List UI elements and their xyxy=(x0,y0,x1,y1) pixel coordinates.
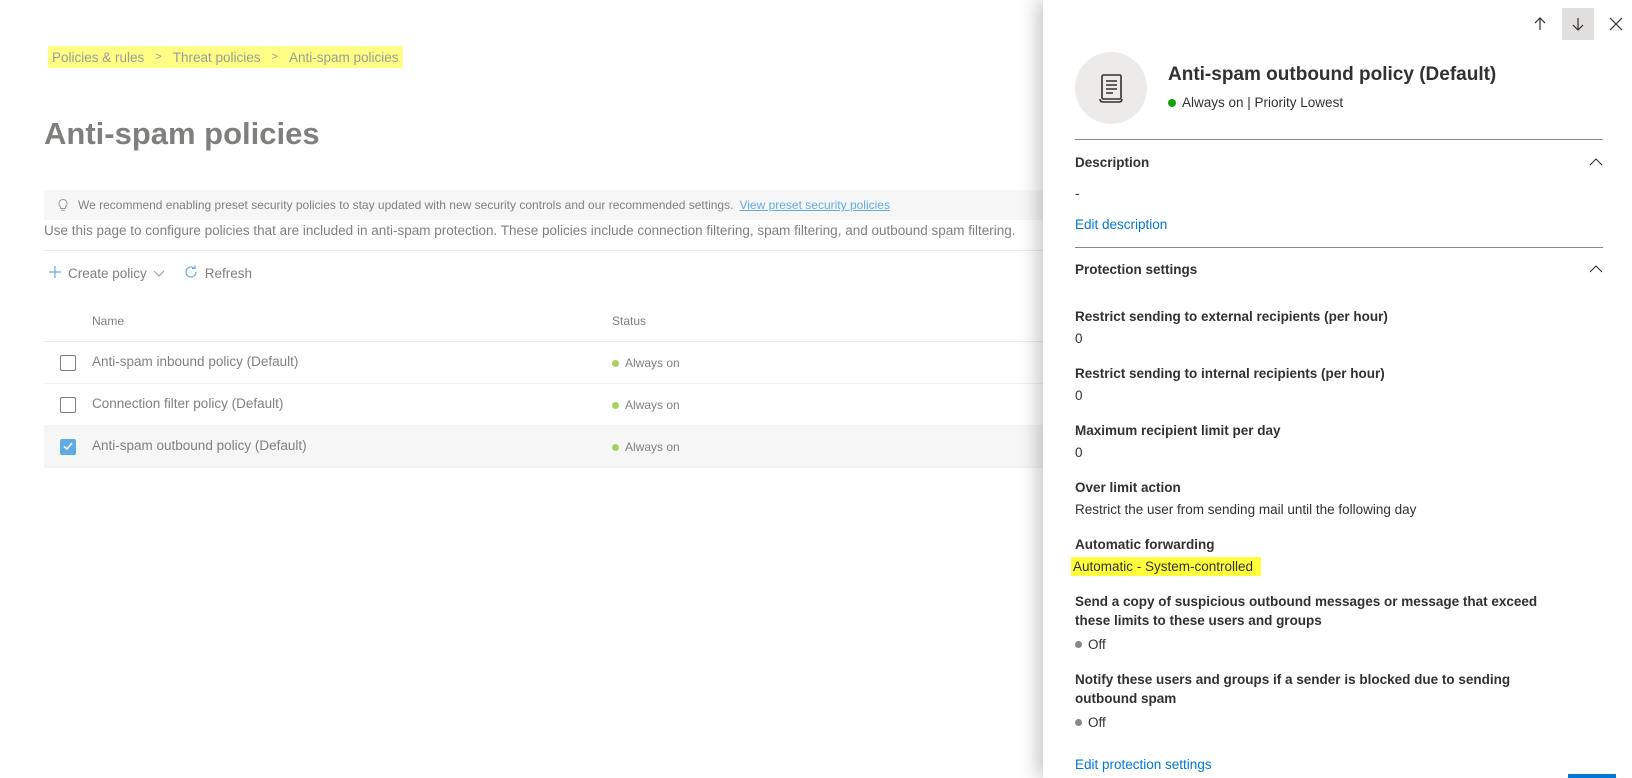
description-section-header[interactable]: Description xyxy=(1075,155,1603,170)
highlighted-value: Automatic - System-controlled xyxy=(1071,557,1262,576)
status-on-dot xyxy=(1168,98,1176,107)
table-row[interactable]: Anti-spam inbound policy (Default) Alway… xyxy=(44,342,1044,384)
close-button[interactable] xyxy=(1600,8,1632,40)
status-cell: Always on xyxy=(612,440,680,454)
status-on-dot xyxy=(612,443,619,451)
status-on-dot xyxy=(612,359,619,367)
policy-name[interactable]: Anti-spam inbound policy (Default) xyxy=(92,354,298,369)
row-checkbox-checked[interactable] xyxy=(60,439,76,455)
recommendation-banner: We recommend enabling preset security po… xyxy=(44,190,1044,220)
setting-value-send-copy: Off xyxy=(1075,637,1106,652)
create-policy-label: Create policy xyxy=(68,266,147,281)
setting-value-external-limit: 0 xyxy=(1075,331,1083,346)
policy-name[interactable]: Anti-spam outbound policy (Default) xyxy=(92,438,307,453)
section-divider xyxy=(1075,139,1603,140)
status-cell: Always on xyxy=(612,398,680,412)
close-icon xyxy=(1609,17,1623,31)
divider xyxy=(44,250,1044,251)
setting-label-auto-forwarding: Automatic forwarding xyxy=(1075,537,1215,552)
breadcrumb-item-threat-policies[interactable]: Threat policies xyxy=(173,50,261,65)
page-intro: Use this page to configure policies that… xyxy=(44,223,1016,238)
plus-icon xyxy=(48,265,62,282)
panel-navigation xyxy=(1524,8,1632,40)
setting-label-internal-limit: Restrict sending to internal recipients … xyxy=(1075,366,1385,381)
refresh-icon xyxy=(183,264,199,283)
column-header-name[interactable]: Name xyxy=(92,314,124,328)
setting-value-send-copy-text: Off xyxy=(1088,637,1106,652)
panel-subtitle: Always on | Priority Lowest xyxy=(1168,95,1343,110)
checkmark-icon xyxy=(63,442,73,451)
edit-protection-settings-link[interactable]: Edit protection settings xyxy=(1075,757,1212,772)
setting-value-notify-blocked-text: Off xyxy=(1088,715,1106,730)
panel-title: Anti-spam outbound policy (Default) xyxy=(1168,64,1497,85)
lightbulb-icon xyxy=(56,198,70,212)
previous-item-button[interactable] xyxy=(1524,8,1556,40)
arrow-up-icon xyxy=(1534,17,1546,30)
breadcrumb-item-anti-spam-policies[interactable]: Anti-spam policies xyxy=(289,50,399,65)
section-divider xyxy=(1075,247,1603,248)
protection-settings-section-header[interactable]: Protection settings xyxy=(1075,262,1603,277)
chevron-up-icon xyxy=(1589,158,1603,166)
view-preset-policies-link[interactable]: View preset security policies xyxy=(739,198,890,212)
command-bar: Create policy Refresh xyxy=(48,264,270,283)
chevron-up-icon xyxy=(1589,265,1603,273)
chevron-down-icon xyxy=(153,266,165,281)
policy-name[interactable]: Connection filter policy (Default) xyxy=(92,396,283,411)
setting-value-auto-forwarding: Automatic - System-controlled xyxy=(1071,557,1262,576)
footer-primary-button[interactable] xyxy=(1568,774,1616,778)
status-cell: Always on xyxy=(612,356,680,370)
setting-label-daily-limit: Maximum recipient limit per day xyxy=(1075,423,1281,438)
setting-value-internal-limit: 0 xyxy=(1075,388,1083,403)
protection-settings-heading: Protection settings xyxy=(1075,262,1198,277)
banner-text: We recommend enabling preset security po… xyxy=(78,198,734,212)
breadcrumb-separator: > xyxy=(271,51,278,63)
edit-description-link[interactable]: Edit description xyxy=(1075,217,1167,232)
setting-label-over-limit-action: Over limit action xyxy=(1075,480,1181,495)
status-off-dot xyxy=(1075,719,1082,726)
setting-value-notify-blocked: Off xyxy=(1075,715,1106,730)
arrow-down-icon xyxy=(1572,18,1584,31)
breadcrumb: Policies & rules > Threat policies > Ant… xyxy=(48,46,403,68)
table-header: Name Status xyxy=(44,312,1044,342)
create-policy-button[interactable]: Create policy xyxy=(48,265,165,282)
setting-value-daily-limit: 0 xyxy=(1075,445,1083,460)
setting-label-notify-blocked: Notify these users and groups if a sende… xyxy=(1075,672,1511,706)
table-row[interactable]: Connection filter policy (Default) Alway… xyxy=(44,384,1044,426)
table-row-selected[interactable]: Anti-spam outbound policy (Default) Alwa… xyxy=(44,426,1044,468)
description-value: - xyxy=(1075,186,1080,201)
policy-details-flyout: Anti-spam outbound policy (Default) Alwa… xyxy=(1043,0,1632,778)
column-header-status[interactable]: Status xyxy=(612,314,646,328)
policy-scroll-icon xyxy=(1075,52,1147,124)
status-off-dot xyxy=(1075,641,1082,648)
row-checkbox[interactable] xyxy=(60,397,76,413)
status-on-dot xyxy=(612,401,619,409)
status-text: Always on xyxy=(625,398,680,412)
description-heading: Description xyxy=(1075,155,1150,170)
setting-label-external-limit: Restrict sending to external recipients … xyxy=(1075,309,1388,324)
breadcrumb-item-policies-rules[interactable]: Policies & rules xyxy=(52,50,144,65)
panel-subtitle-text: Always on | Priority Lowest xyxy=(1182,95,1344,110)
refresh-button[interactable]: Refresh xyxy=(183,264,252,283)
status-text: Always on xyxy=(625,440,680,454)
status-text: Always on xyxy=(625,356,680,370)
refresh-label: Refresh xyxy=(204,266,253,281)
row-checkbox[interactable] xyxy=(60,355,76,371)
setting-value-over-limit-action: Restrict the user from sending mail unti… xyxy=(1075,502,1417,517)
next-item-button[interactable] xyxy=(1562,8,1594,40)
breadcrumb-separator: > xyxy=(155,51,162,63)
setting-label-send-copy: Send a copy of suspicious outbound messa… xyxy=(1075,594,1538,628)
page-title: Anti-spam policies xyxy=(44,116,320,151)
